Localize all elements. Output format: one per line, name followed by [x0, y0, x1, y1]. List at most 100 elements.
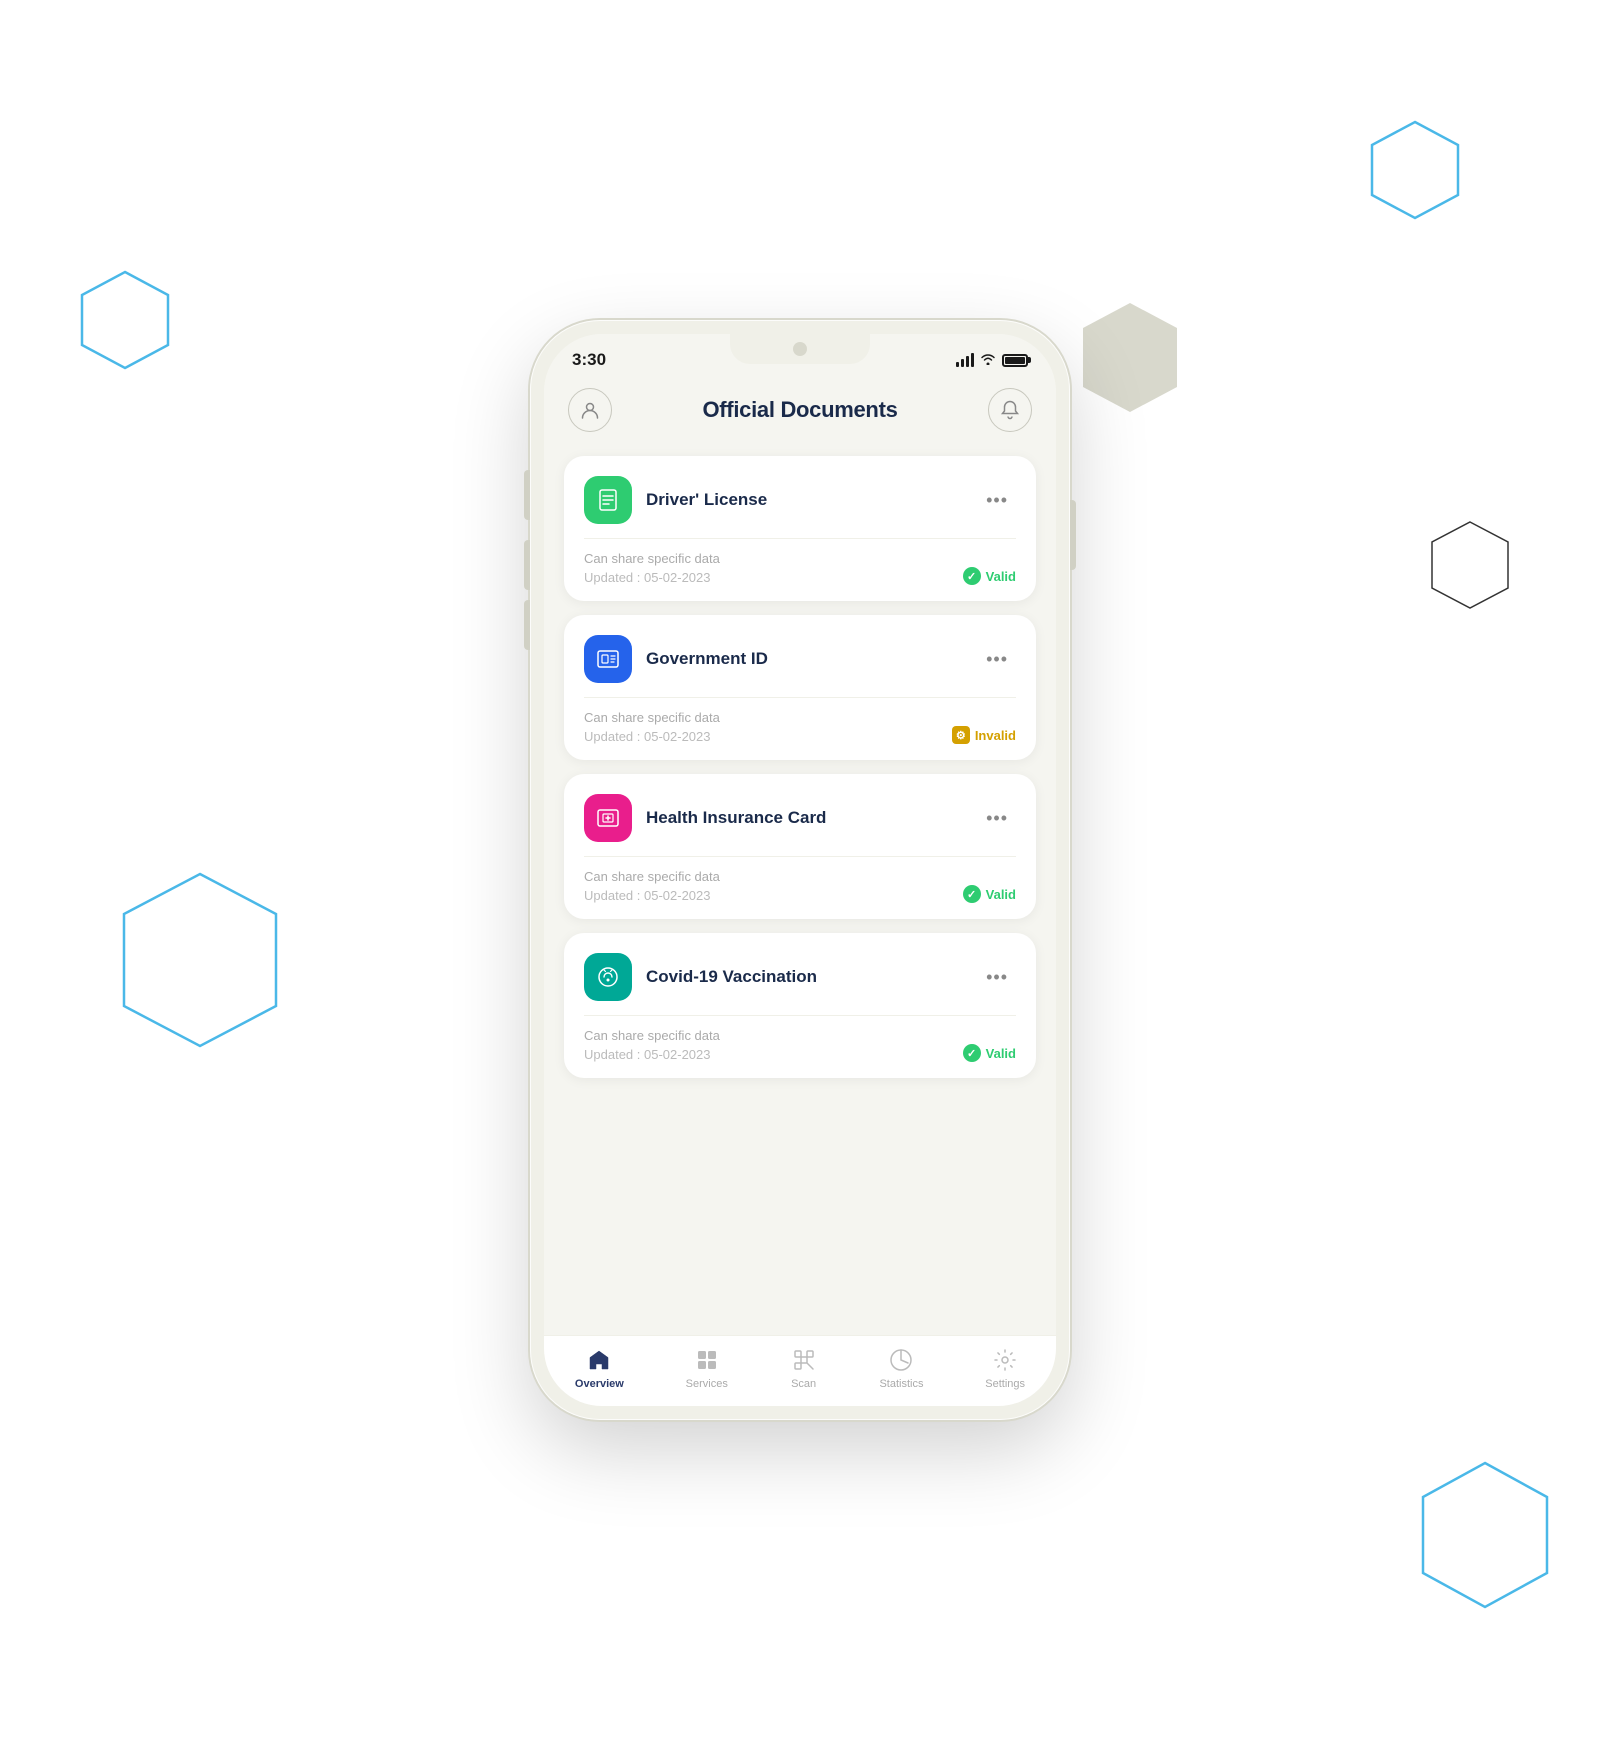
covid-vaccination-status: ✓ Valid [963, 1044, 1016, 1062]
driver-license-card[interactable]: Driver' License ••• Can share specific d… [564, 456, 1036, 601]
government-id-updated: Updated : 05-02-2023 [584, 729, 720, 744]
hex-decoration-left-small [80, 270, 170, 370]
government-id-title: Government ID [646, 649, 768, 669]
covid-vaccination-title: Covid-19 Vaccination [646, 967, 817, 987]
insurance-icon [595, 805, 621, 831]
covid-vaccination-menu-button[interactable]: ••• [978, 963, 1016, 992]
driver-license-share: Can share specific data [584, 551, 720, 566]
nav-settings-label: Settings [985, 1378, 1025, 1390]
nav-item-scan[interactable]: Scan [774, 1346, 834, 1390]
driver-license-status-label: Valid [986, 569, 1016, 584]
covid-vaccination-divider [584, 1015, 1016, 1016]
nav-item-services[interactable]: Services [670, 1346, 744, 1390]
driver-license-footer: Can share specific data Updated : 05-02-… [584, 551, 1016, 585]
health-insurance-left: Health Insurance Card [584, 794, 826, 842]
driver-license-title: Driver' License [646, 490, 767, 510]
driver-license-info: Can share specific data Updated : 05-02-… [584, 551, 720, 585]
profile-icon [579, 399, 601, 421]
profile-button[interactable] [568, 388, 612, 432]
hex-decoration-gray-filled [1080, 300, 1180, 415]
covid-vaccination-status-icon: ✓ [963, 1044, 981, 1062]
nav-overview-label: Overview [575, 1378, 624, 1390]
nav-statistics-label: Statistics [879, 1378, 923, 1390]
page-title: Official Documents [702, 397, 897, 423]
health-insurance-info: Can share specific data Updated : 05-02-… [584, 869, 720, 903]
hex-decoration-right-bottom [1420, 1460, 1550, 1610]
government-id-share: Can share specific data [584, 710, 720, 725]
driver-license-header: Driver' License ••• [584, 476, 1016, 524]
notification-button[interactable] [988, 388, 1032, 432]
status-bar: 3:30 [544, 334, 1056, 378]
health-insurance-divider [584, 856, 1016, 857]
covid-vaccination-icon [584, 953, 632, 1001]
driver-license-menu-button[interactable]: ••• [978, 486, 1016, 515]
government-id-status-label: Invalid [975, 728, 1016, 743]
covid-vaccination-info: Can share specific data Updated : 05-02-… [584, 1028, 720, 1062]
nav-scan-label: Scan [791, 1378, 816, 1390]
driver-license-divider [584, 538, 1016, 539]
phone-screen: 3:30 [544, 334, 1056, 1406]
government-id-status-icon: ⚙ [952, 726, 970, 744]
health-insurance-updated: Updated : 05-02-2023 [584, 888, 720, 903]
vaccination-icon [595, 964, 621, 990]
status-icons [956, 352, 1028, 368]
government-id-left: Government ID [584, 635, 768, 683]
government-id-status: ⚙ Invalid [952, 726, 1016, 744]
nav-item-statistics[interactable]: Statistics [863, 1346, 939, 1390]
government-id-icon [584, 635, 632, 683]
covid-vaccination-left: Covid-19 Vaccination [584, 953, 817, 1001]
status-time: 3:30 [572, 350, 606, 370]
nav-item-settings[interactable]: Settings [969, 1346, 1041, 1390]
government-id-menu-button[interactable]: ••• [978, 645, 1016, 674]
government-id-divider [584, 697, 1016, 698]
health-insurance-menu-button[interactable]: ••• [978, 804, 1016, 833]
health-insurance-footer: Can share specific data Updated : 05-02-… [584, 869, 1016, 903]
covid-vaccination-header: Covid-19 Vaccination ••• [584, 953, 1016, 1001]
driver-license-icon [584, 476, 632, 524]
phone-frame: 3:30 [530, 320, 1070, 1420]
covid-vaccination-updated: Updated : 05-02-2023 [584, 1047, 720, 1062]
health-insurance-icon [584, 794, 632, 842]
covid-vaccination-share: Can share specific data [584, 1028, 720, 1043]
covid-vaccination-status-label: Valid [986, 1046, 1016, 1061]
wifi-icon [980, 352, 996, 368]
documents-list: Driver' License ••• Can share specific d… [544, 448, 1056, 1335]
health-insurance-share: Can share specific data [584, 869, 720, 884]
government-id-header: Government ID ••• [584, 635, 1016, 683]
health-insurance-title: Health Insurance Card [646, 808, 826, 828]
driver-license-left: Driver' License [584, 476, 767, 524]
health-insurance-card[interactable]: Health Insurance Card ••• Can share spec… [564, 774, 1036, 919]
government-id-card[interactable]: Government ID ••• Can share specific dat… [564, 615, 1036, 760]
government-id-footer: Can share specific data Updated : 05-02-… [584, 710, 1016, 744]
bell-icon [999, 399, 1021, 421]
health-insurance-status-icon: ✓ [963, 885, 981, 903]
home-icon [585, 1346, 613, 1374]
driver-license-status: ✓ Valid [963, 567, 1016, 585]
hex-decoration-right-mid [1430, 520, 1510, 610]
id-icon [595, 646, 621, 672]
notch-camera [793, 342, 807, 356]
settings-icon [991, 1346, 1019, 1374]
covid-vaccination-card[interactable]: Covid-19 Vaccination ••• Can share speci… [564, 933, 1036, 1078]
health-insurance-status: ✓ Valid [963, 885, 1016, 903]
hex-decoration-left-large [120, 870, 280, 1050]
battery-icon [1002, 354, 1028, 367]
nav-item-overview[interactable]: Overview [559, 1346, 640, 1390]
phone-body: 3:30 [530, 320, 1070, 1420]
scan-icon [790, 1346, 818, 1374]
health-insurance-status-label: Valid [986, 887, 1016, 902]
statistics-icon [887, 1346, 915, 1374]
notch [730, 334, 870, 364]
hex-decoration-right-top [1370, 120, 1460, 220]
health-insurance-header: Health Insurance Card ••• [584, 794, 1016, 842]
driver-license-status-icon: ✓ [963, 567, 981, 585]
bottom-navigation: Overview Services [544, 1335, 1056, 1406]
driver-license-updated: Updated : 05-02-2023 [584, 570, 720, 585]
signal-bars-icon [956, 353, 974, 367]
government-id-info: Can share specific data Updated : 05-02-… [584, 710, 720, 744]
nav-services-label: Services [686, 1378, 728, 1390]
covid-vaccination-footer: Can share specific data Updated : 05-02-… [584, 1028, 1016, 1062]
document-icon [595, 487, 621, 513]
app-header: Official Documents [544, 378, 1056, 448]
services-icon [693, 1346, 721, 1374]
